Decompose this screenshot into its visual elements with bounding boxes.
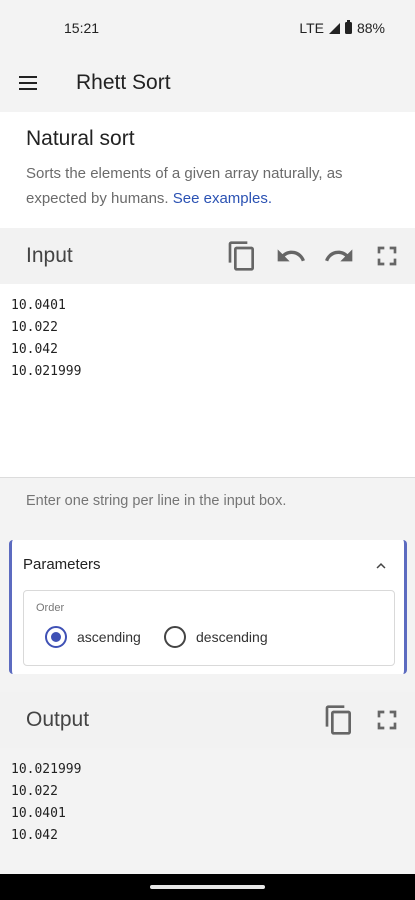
output-header: Output [0, 692, 415, 748]
chevron-up-icon[interactable] [372, 557, 390, 575]
radio-descending-label: descending [196, 629, 268, 645]
input-textarea[interactable]: 10.0401 10.022 10.042 10.021999 [0, 284, 415, 478]
radio-ascending[interactable]: ascending [45, 626, 141, 648]
input-lines: 10.0401 10.022 10.042 10.021999 [11, 295, 81, 383]
radio-unselected-icon[interactable] [164, 626, 186, 648]
output-line: 10.022 [11, 784, 58, 799]
status-time: 15:21 [64, 20, 100, 36]
fullscreen-icon[interactable] [369, 238, 405, 274]
input-line: 10.0401 [11, 298, 66, 313]
signal-icon [328, 22, 340, 34]
radio-descending[interactable]: descending [164, 626, 268, 648]
radio-ascending-label: ascending [77, 629, 141, 645]
battery-percent: 88% [356, 20, 385, 36]
parameters-title[interactable]: Parameters [23, 556, 101, 573]
copy-icon[interactable] [321, 702, 357, 738]
copy-icon[interactable] [224, 238, 260, 274]
output-line: 10.0401 [11, 806, 66, 821]
see-examples-link[interactable]: See examples. [173, 190, 272, 207]
redo-icon[interactable] [321, 238, 357, 274]
input-title: Input [26, 244, 73, 267]
status-indicators: LTE 88% [299, 20, 385, 36]
output-title: Output [26, 708, 90, 731]
output-area: 10.021999 10.022 10.0401 10.042 [0, 748, 415, 874]
fullscreen-icon[interactable] [369, 702, 405, 738]
order-radio-group: Order ascending descending [23, 590, 395, 666]
parameters-panel: Parameters Order ascending descending [9, 540, 407, 674]
order-label: Order [36, 602, 65, 614]
hint-text: Enter one string per line in the input b… [26, 493, 287, 509]
intro-section: Natural sort Sorts the elements of a giv… [0, 112, 415, 228]
input-hint: Enter one string per line in the input b… [0, 478, 415, 528]
input-header: Input [0, 228, 415, 284]
home-gesture-handle[interactable] [150, 885, 265, 889]
output-line: 10.021999 [11, 762, 82, 777]
app-title: Rhett Sort [76, 71, 171, 94]
navigation-bar [0, 874, 415, 900]
page-description: Sorts the elements of a given array natu… [26, 161, 396, 211]
status-bar: 15:21 LTE 88% [0, 0, 415, 56]
output-line: 10.042 [11, 828, 58, 843]
hamburger-menu-icon[interactable] [18, 73, 40, 95]
page-title: Natural sort [26, 127, 135, 150]
app-bar: Rhett Sort [0, 56, 415, 112]
undo-icon[interactable] [273, 238, 309, 274]
output-lines: 10.021999 10.022 10.0401 10.042 [11, 759, 81, 847]
battery-icon [344, 20, 352, 34]
input-line: 10.042 [11, 342, 58, 357]
network-label: LTE [299, 20, 324, 36]
radio-selected-icon[interactable] [45, 626, 67, 648]
input-line: 10.021999 [11, 364, 82, 379]
input-line: 10.022 [11, 320, 58, 335]
